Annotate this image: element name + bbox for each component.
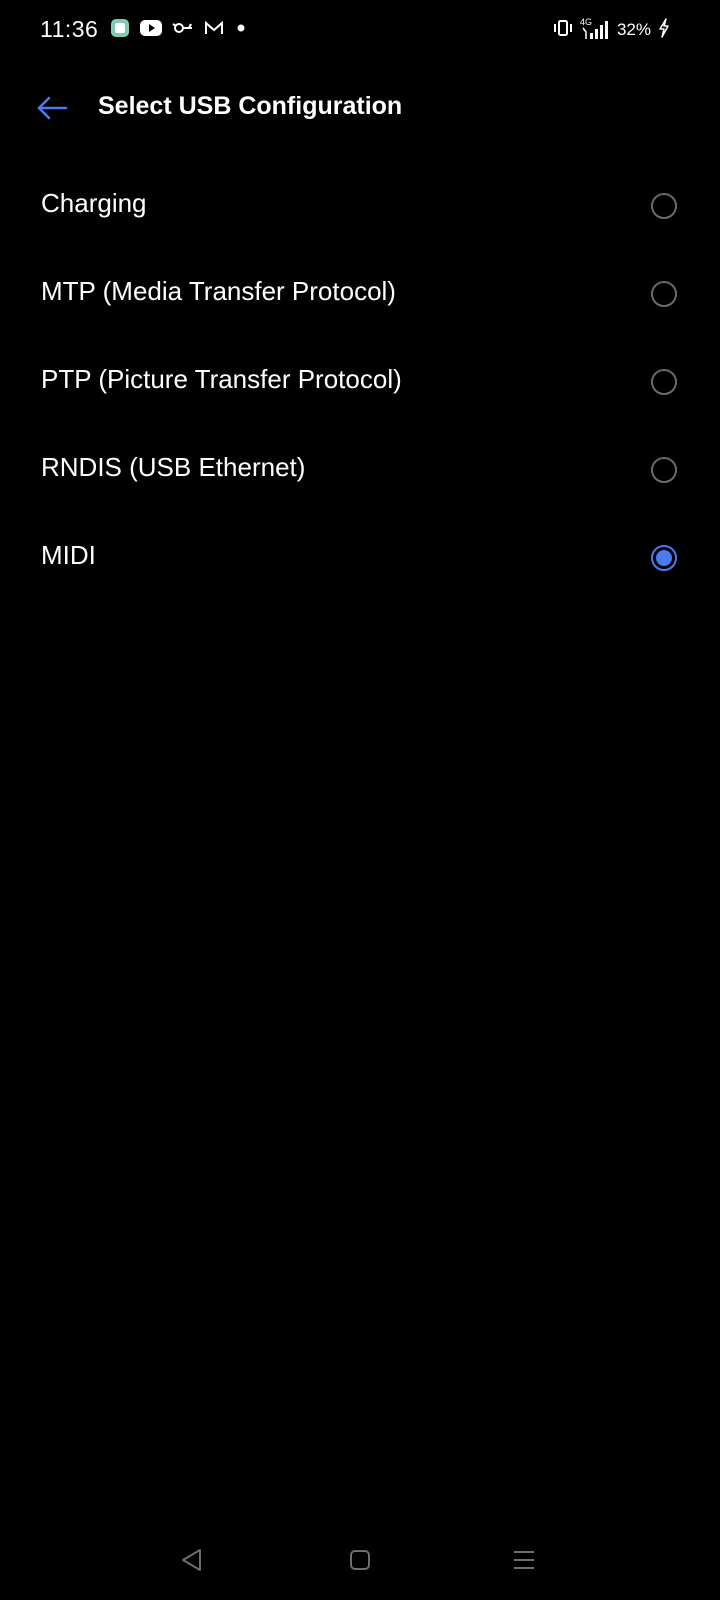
battery-percent: 32% xyxy=(616,20,651,39)
vibrate-icon xyxy=(553,19,573,42)
nav-recents-button[interactable] xyxy=(500,1536,548,1584)
header: Select USB Configuration xyxy=(0,70,720,146)
navigation-bar xyxy=(0,1530,720,1600)
nav-recents-icon xyxy=(514,1551,534,1569)
gmail-icon xyxy=(204,20,224,41)
option-rndis[interactable]: RNDIS (USB Ethernet) xyxy=(0,426,720,514)
radio-button[interactable] xyxy=(651,281,677,307)
signal-icon: 4G xyxy=(580,17,610,41)
option-label: PTP (Picture Transfer Protocol) xyxy=(41,364,402,394)
option-midi[interactable]: MIDI xyxy=(0,514,720,602)
nav-back-icon xyxy=(182,1549,201,1571)
charging-bolt-icon xyxy=(658,17,670,43)
radio-button[interactable] xyxy=(651,369,677,395)
radio-button[interactable] xyxy=(651,457,677,483)
status-bar: 11:36 4G 32% xyxy=(0,0,720,62)
notification-icons xyxy=(110,18,248,42)
option-mtp[interactable]: MTP (Media Transfer Protocol) xyxy=(0,250,720,338)
back-arrow-icon xyxy=(37,96,68,120)
option-charging[interactable]: Charging xyxy=(0,162,720,250)
page-title: Select USB Configuration xyxy=(98,92,403,120)
vpn-key-icon xyxy=(172,20,194,41)
more-dot-icon xyxy=(234,21,248,40)
back-button[interactable] xyxy=(28,86,76,130)
option-label: MTP (Media Transfer Protocol) xyxy=(41,276,396,306)
radio-dot xyxy=(656,550,672,566)
nav-back-button[interactable] xyxy=(168,1536,216,1584)
radio-button[interactable] xyxy=(651,193,677,219)
option-ptp[interactable]: PTP (Picture Transfer Protocol) xyxy=(0,338,720,426)
option-label: RNDIS (USB Ethernet) xyxy=(41,452,306,482)
nav-home-button[interactable] xyxy=(336,1536,384,1584)
app-notification-icon xyxy=(110,18,130,43)
nav-home-icon xyxy=(350,1550,370,1570)
status-time: 11:36 xyxy=(40,16,99,42)
youtube-icon xyxy=(140,19,162,42)
option-label: Charging xyxy=(41,188,147,218)
usb-options-list: Charging MTP (Media Transfer Protocol) P… xyxy=(0,162,720,602)
option-label: MIDI xyxy=(41,540,96,570)
system-status-icons: 4G 32% xyxy=(553,17,670,43)
radio-button-selected[interactable] xyxy=(651,545,677,571)
